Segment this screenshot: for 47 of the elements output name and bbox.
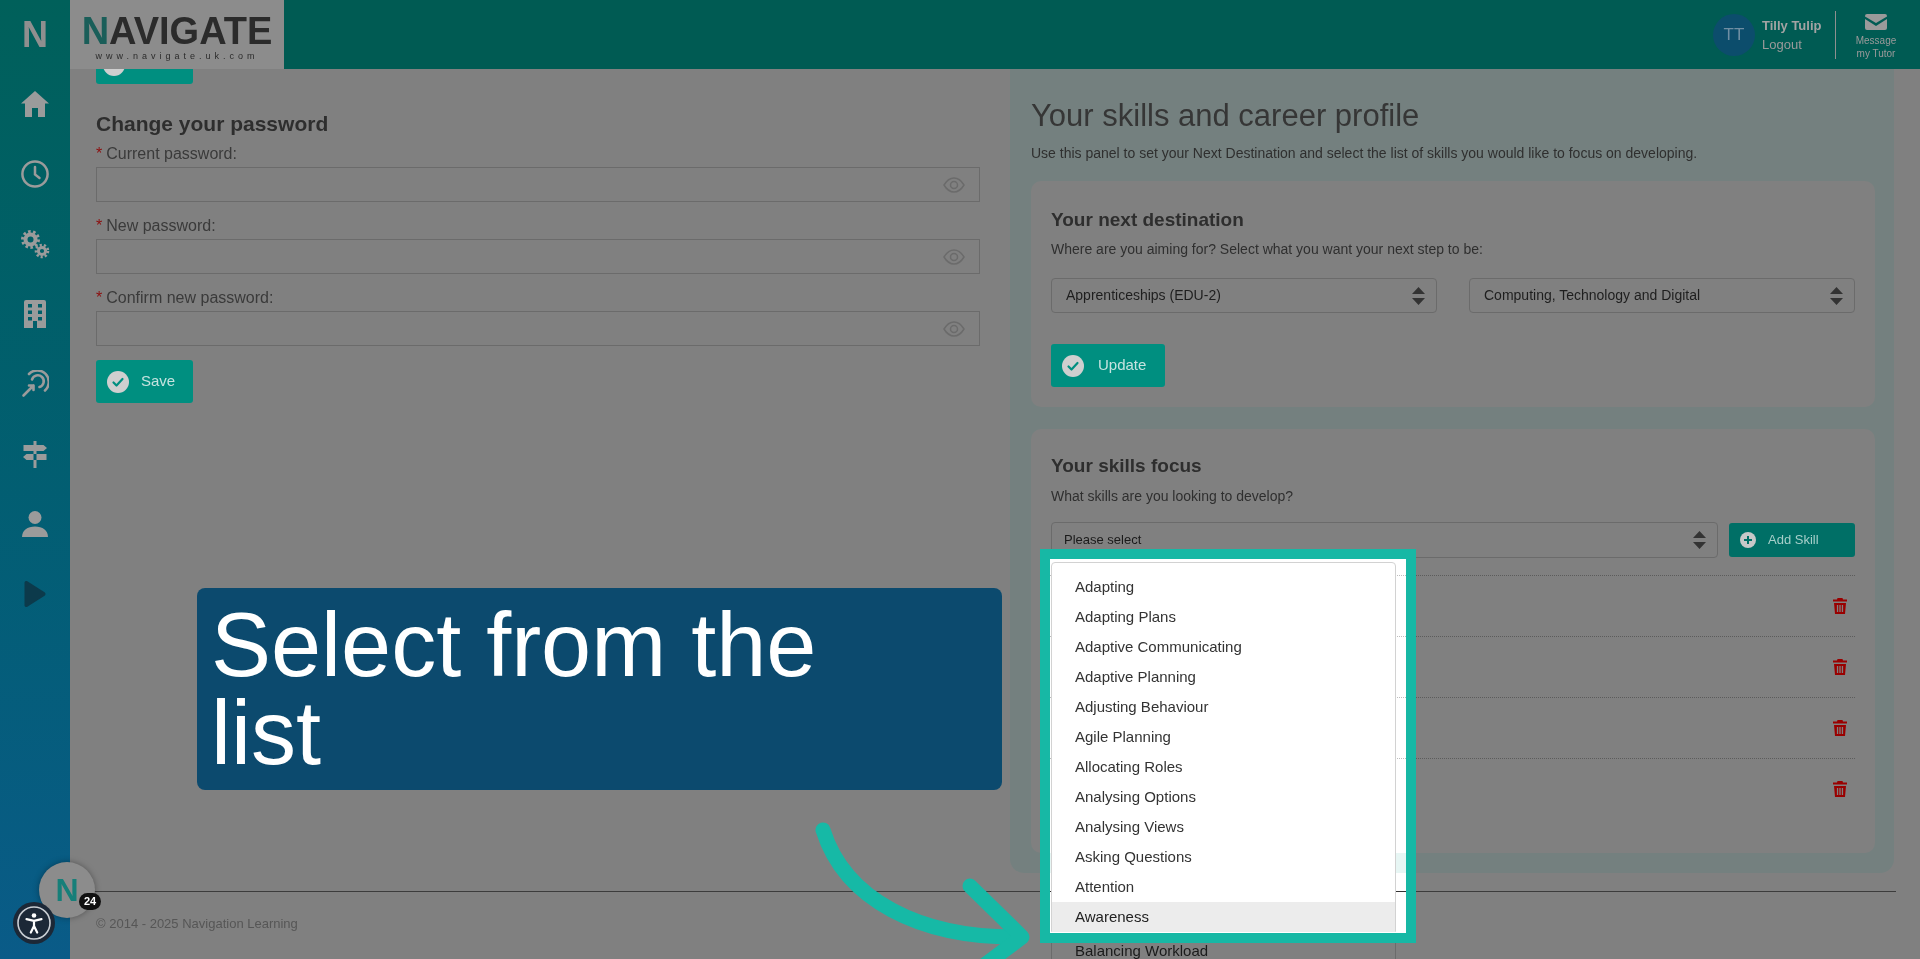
building-icon[interactable] <box>24 300 46 328</box>
check-circle-icon <box>1062 354 1084 377</box>
envelope-icon <box>1865 14 1887 30</box>
gears-icon[interactable] <box>20 229 50 259</box>
plus-circle-icon <box>1740 532 1756 548</box>
trash-icon[interactable] <box>1833 659 1847 675</box>
select-field[interactable]: Apprenticeships (EDU-2) <box>1051 278 1437 313</box>
home-icon[interactable] <box>21 91 49 117</box>
accessibility-icon <box>17 906 51 940</box>
add-skill-button[interactable]: Add Skill <box>1729 523 1855 557</box>
clock-icon[interactable] <box>21 160 49 188</box>
notification-badge: 24 <box>79 893 102 910</box>
logo-wordmark: NAVIGATE <box>81 12 273 50</box>
dropdown-option[interactable]: Balancing Workload <box>1051 943 1396 959</box>
user-avatar: TT <box>1713 13 1755 56</box>
panel-title: Your skills and career profile <box>1031 97 1421 135</box>
required-marker: * <box>96 144 103 164</box>
tutorial-callout: Select from the list <box>197 588 1002 790</box>
field-label: Confirm new password: <box>106 288 274 308</box>
app-logo: N <box>22 14 48 55</box>
sort-arrows-icon <box>1830 286 1843 305</box>
check-button[interactable] <box>96 69 193 84</box>
panel-description: Use this panel to set your Next Destination and select the list of skills you would like to focus on developing. <box>1031 144 1699 163</box>
play-icon[interactable] <box>24 581 46 607</box>
section-heading: Change your password <box>96 111 330 137</box>
required-marker: * <box>96 216 103 236</box>
user-icon[interactable] <box>22 511 48 537</box>
user-name: Tilly Tulip <box>1762 16 1822 34</box>
card-prompt: Where are you aiming for? Select what you want your next step to be: <box>1051 240 1484 259</box>
card-prompt: What skills are you looking to develop? <box>1051 487 1295 506</box>
required-marker: * <box>96 288 103 308</box>
trash-icon[interactable] <box>1833 720 1847 736</box>
skill-select[interactable]: Please select <box>1051 522 1718 558</box>
trash-icon[interactable] <box>1833 781 1847 797</box>
select-field[interactable]: Computing, Technology and Digital <box>1469 278 1855 313</box>
check-circle-icon <box>107 370 129 393</box>
target-arrow-icon[interactable] <box>21 370 49 398</box>
signpost-icon[interactable] <box>21 440 49 468</box>
sort-arrows-icon <box>1693 531 1706 549</box>
logo-url: www.navigate.uk.com <box>95 51 259 61</box>
field-label: New password: <box>106 216 216 236</box>
trash-icon[interactable] <box>1833 598 1847 614</box>
sort-arrows-icon <box>1412 286 1425 305</box>
field-label: Current password: <box>106 144 237 164</box>
card-heading: Your next destination <box>1051 208 1245 232</box>
dropdown-option[interactable]: Awareness <box>1052 902 1395 932</box>
card-heading: Your skills focus <box>1051 454 1203 478</box>
